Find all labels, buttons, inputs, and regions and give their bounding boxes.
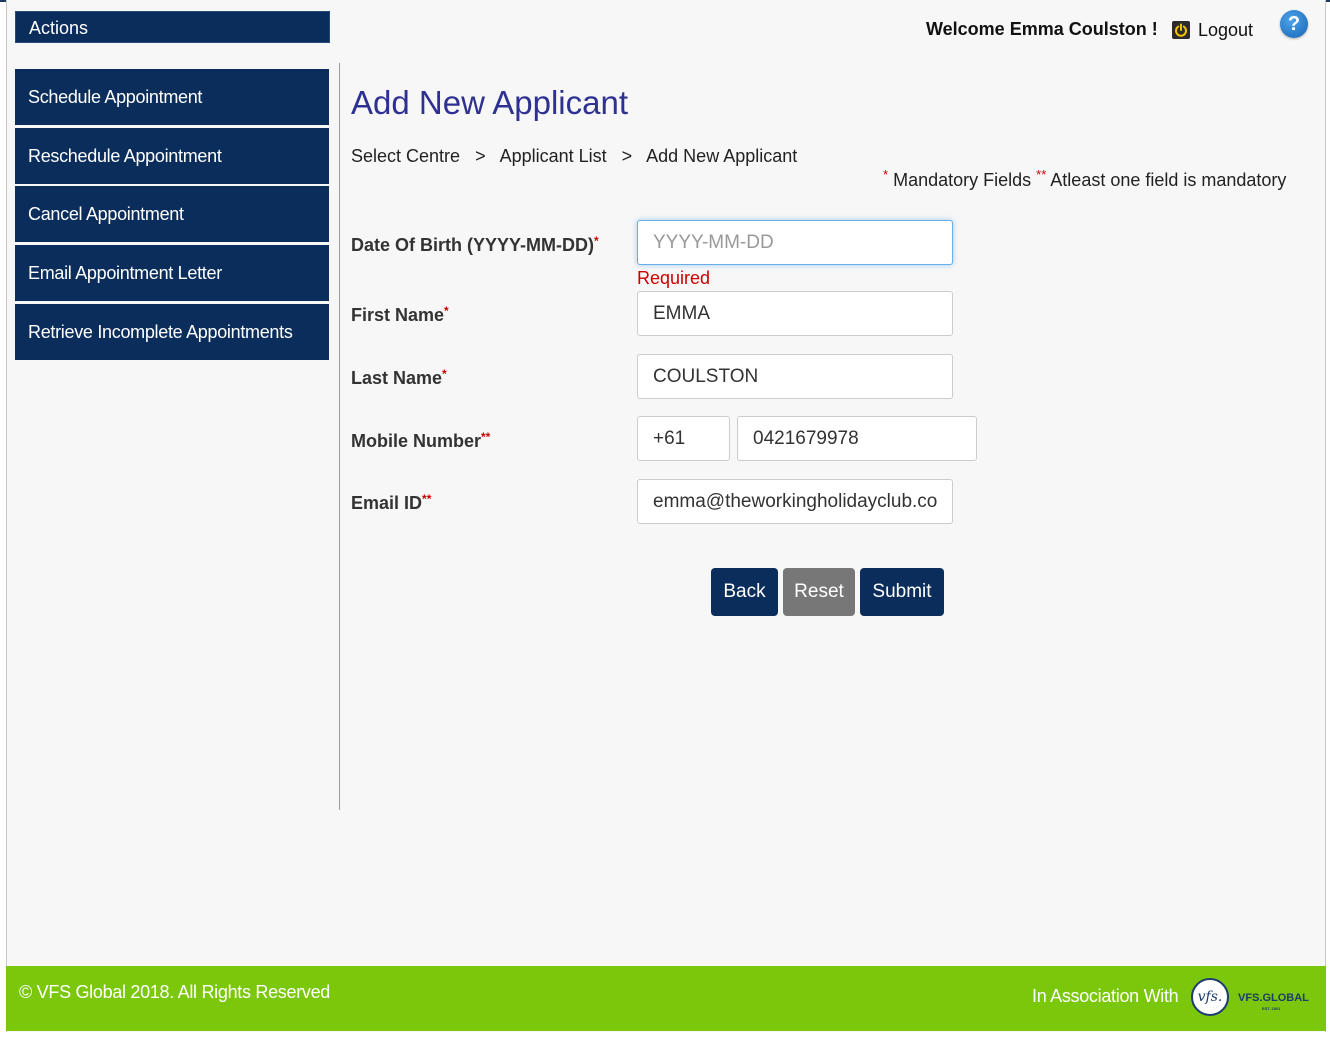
last-name-label: Last Name*	[351, 367, 447, 389]
power-icon	[1172, 21, 1190, 39]
sidebar-item-schedule-appointment[interactable]: Schedule Appointment	[15, 69, 329, 125]
back-button[interactable]: Back	[711, 568, 778, 616]
mandatory-legend: * Mandatory Fields ** Atleast one field …	[883, 167, 1287, 191]
dob-label: Date Of Birth (YYYY-MM-DD)*	[351, 234, 599, 256]
first-name-label: First Name*	[351, 304, 449, 326]
breadcrumb-select-centre[interactable]: Select Centre	[351, 146, 460, 167]
mandatory-fields-text: Mandatory Fields	[893, 170, 1032, 190]
atleast-one-field-text: Atleast one field is mandatory	[1050, 170, 1287, 190]
breadcrumb-add-new-applicant: Add New Applicant	[646, 146, 798, 166]
mobile-number-label-text: Mobile Number	[351, 431, 482, 451]
logout-label: Logout	[1198, 19, 1254, 40]
association-text: In Association With	[1032, 986, 1179, 1006]
required-marker: *	[442, 367, 447, 381]
email-label: Email ID**	[351, 492, 432, 514]
help-icon[interactable]: ?	[1280, 10, 1308, 38]
welcome-message: Welcome Emma Coulston !	[926, 19, 1158, 39]
sidebar-divider	[339, 63, 340, 810]
first-name-input[interactable]	[637, 291, 953, 336]
submit-button[interactable]: Submit	[860, 568, 944, 616]
sidebar-item-cancel-appointment[interactable]: Cancel Appointment	[15, 186, 329, 242]
required-marker: *	[444, 304, 449, 318]
country-code-input[interactable]	[637, 416, 730, 461]
at-least-one-marker: **	[481, 430, 491, 444]
vfs-est-text: EST. 2001	[1262, 1006, 1281, 1011]
sidebar-item-retrieve-incomplete-appointments[interactable]: Retrieve Incomplete Appointments	[15, 304, 329, 360]
last-name-input[interactable]	[637, 354, 953, 399]
vfs-global-logo-text: VFS.GLOBAL	[1238, 992, 1309, 1004]
dob-label-text: Date Of Birth (YYYY-MM-DD)	[351, 235, 594, 255]
last-name-label-text: Last Name	[351, 368, 443, 388]
mobile-number-label: Mobile Number**	[351, 430, 491, 452]
dob-error: Required	[637, 268, 711, 288]
sidebar-item-reschedule-appointment[interactable]: Reschedule Appointment	[15, 128, 329, 184]
reset-button[interactable]: Reset	[783, 568, 855, 616]
sidebar-item-email-appointment-letter[interactable]: Email Appointment Letter	[15, 245, 329, 301]
breadcrumb-separator: >	[475, 146, 486, 166]
actions-header: Actions	[15, 11, 330, 43]
breadcrumb-applicant-list[interactable]: Applicant List	[500, 146, 607, 167]
copyright-text: © VFS Global 2018. All Rights Reserved	[19, 982, 331, 1002]
logout-button[interactable]: Logout	[1172, 19, 1253, 41]
breadcrumb-separator: >	[621, 146, 633, 166]
breadcrumb: Select Centre > Applicant List > Add New…	[351, 146, 797, 167]
vfs-logo-seal: vfs.	[1191, 978, 1229, 1016]
email-label-text: Email ID	[351, 493, 423, 513]
required-marker: *	[594, 234, 599, 248]
first-name-label-text: First Name	[351, 305, 445, 325]
email-input[interactable]	[637, 479, 953, 524]
dob-input[interactable]	[637, 220, 953, 265]
single-star-marker: *	[883, 167, 889, 182]
page-title: Add New Applicant	[351, 84, 629, 121]
double-star-marker: **	[1036, 167, 1047, 182]
footer: © VFS Global 2018. All Rights Reserved I…	[6, 966, 1326, 1031]
mobile-number-input[interactable]	[737, 416, 977, 461]
at-least-one-marker: **	[422, 492, 432, 506]
